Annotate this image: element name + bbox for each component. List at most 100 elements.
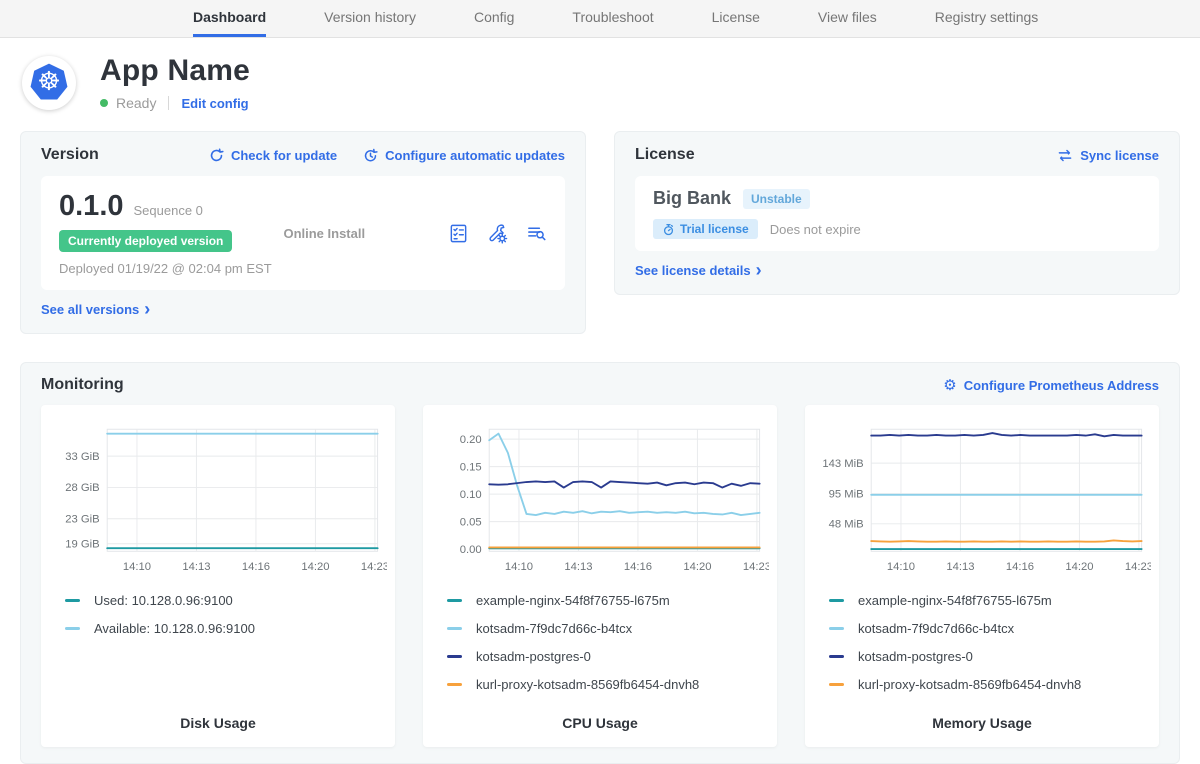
page-title: App Name bbox=[100, 54, 250, 88]
status-label: Ready bbox=[116, 95, 156, 111]
legend-dash-icon bbox=[829, 655, 844, 658]
legend-label: kotsadm-postgres-0 bbox=[858, 649, 973, 664]
svg-text:14:13: 14:13 bbox=[946, 561, 974, 573]
legend-dash-icon bbox=[65, 599, 80, 602]
monitoring-title: Monitoring bbox=[41, 376, 124, 394]
legend-item: kotsadm-7f9dc7d66c-b4tcx bbox=[447, 621, 753, 636]
svg-text:14:10: 14:10 bbox=[123, 561, 151, 573]
chevron-right-icon: › bbox=[144, 302, 150, 316]
memory-usage-chart: 48 MiB95 MiB143 MiB14:1014:1314:1614:201… bbox=[813, 417, 1151, 587]
svg-text:14:13: 14:13 bbox=[564, 561, 592, 573]
sequence-label: Sequence 0 bbox=[134, 203, 203, 218]
cpu-usage-title: CPU Usage bbox=[431, 715, 769, 733]
top-nav: Dashboard Version history Config Troublesho… bbox=[0, 0, 1200, 38]
legend-item: kurl-proxy-kotsadm-8569fb6454-dnvh8 bbox=[829, 677, 1135, 692]
svg-text:48 MiB: 48 MiB bbox=[829, 519, 864, 531]
svg-text:143 MiB: 143 MiB bbox=[822, 458, 863, 470]
nav-tabs: Dashboard Version history Config Troublesho… bbox=[193, 0, 1038, 37]
legend-item: example-nginx-54f8f76755-l675m bbox=[829, 593, 1135, 608]
preflight-checks-icon[interactable] bbox=[448, 223, 469, 244]
legend-dash-icon bbox=[829, 599, 844, 602]
tab-troubleshoot[interactable]: Troubleshoot bbox=[572, 0, 653, 37]
license-card-title: License bbox=[635, 146, 695, 164]
edit-config-link[interactable]: Edit config bbox=[181, 96, 248, 111]
legend-label: kotsadm-7f9dc7d66c-b4tcx bbox=[858, 621, 1014, 636]
version-card: Version Check for update Configure autom… bbox=[20, 131, 586, 334]
svg-text:0.10: 0.10 bbox=[460, 489, 482, 501]
memory-usage-title: Memory Usage bbox=[813, 715, 1151, 733]
legend-dash-icon bbox=[447, 655, 462, 658]
svg-text:14:23: 14:23 bbox=[743, 561, 769, 573]
svg-text:14:20: 14:20 bbox=[1065, 561, 1093, 573]
configure-prometheus-link[interactable]: ⚙ Configure Prometheus Address bbox=[943, 378, 1159, 393]
license-box: Big Bank Unstable Trial license Does not… bbox=[635, 176, 1159, 251]
current-version-box: 0.1.0 Sequence 0 Currently deployed vers… bbox=[41, 176, 565, 290]
legend-dash-icon bbox=[447, 627, 462, 630]
svg-text:0.05: 0.05 bbox=[460, 516, 482, 528]
memory-usage-card: 48 MiB95 MiB143 MiB14:1014:1314:1614:201… bbox=[805, 405, 1159, 747]
cpu-usage-card: 0.000.050.100.150.2014:1014:1314:1614:20… bbox=[423, 405, 777, 747]
legend-item: kotsadm-postgres-0 bbox=[829, 649, 1135, 664]
channel-badge: Unstable bbox=[743, 189, 810, 209]
svg-text:33 GiB: 33 GiB bbox=[65, 451, 99, 463]
configure-automatic-updates-link[interactable]: Configure automatic updates bbox=[363, 148, 565, 163]
cards-row: Version Check for update Configure autom… bbox=[0, 131, 1200, 334]
legend-item: kotsadm-7f9dc7d66c-b4tcx bbox=[829, 621, 1135, 636]
svg-text:14:16: 14:16 bbox=[242, 561, 270, 573]
legend-label: kotsadm-postgres-0 bbox=[476, 649, 591, 664]
legend-item: kotsadm-postgres-0 bbox=[447, 649, 753, 664]
legend-label: example-nginx-54f8f76755-l675m bbox=[858, 593, 1052, 608]
svg-text:0.20: 0.20 bbox=[460, 434, 482, 446]
svg-text:28 GiB: 28 GiB bbox=[65, 482, 99, 494]
divider bbox=[168, 96, 169, 110]
svg-text:14:10: 14:10 bbox=[887, 561, 915, 573]
svg-text:14:13: 14:13 bbox=[182, 561, 210, 573]
disk-usage-title: Disk Usage bbox=[49, 715, 387, 733]
svg-text:0.00: 0.00 bbox=[460, 544, 482, 556]
deployed-version-badge: Currently deployed version bbox=[59, 230, 232, 252]
svg-text:95 MiB: 95 MiB bbox=[829, 489, 864, 501]
tab-license[interactable]: License bbox=[712, 0, 760, 37]
cpu-usage-legend: example-nginx-54f8f76755-l675m kotsadm-7f… bbox=[431, 587, 769, 692]
legend-item: example-nginx-54f8f76755-l675m bbox=[447, 593, 753, 608]
svg-text:14:16: 14:16 bbox=[1006, 561, 1034, 573]
check-for-update-link[interactable]: Check for update bbox=[209, 148, 337, 163]
install-type-label: Online Install bbox=[283, 226, 448, 241]
see-all-versions-link[interactable]: See all versions › bbox=[41, 302, 150, 317]
status-dot-icon bbox=[100, 99, 108, 107]
customer-name: Big Bank bbox=[653, 188, 731, 209]
clock-refresh-icon bbox=[363, 148, 378, 163]
legend-dash-icon bbox=[829, 627, 844, 630]
legend-label: example-nginx-54f8f76755-l675m bbox=[476, 593, 670, 608]
config-wrench-icon[interactable] bbox=[487, 223, 508, 244]
refresh-icon bbox=[209, 148, 224, 163]
disk-usage-chart: 19 GiB23 GiB28 GiB33 GiB14:1014:1314:161… bbox=[49, 417, 387, 587]
stopwatch-icon bbox=[662, 223, 675, 236]
svg-text:14:23: 14:23 bbox=[361, 561, 387, 573]
legend-label: Available: 10.128.0.96:9100 bbox=[94, 621, 255, 636]
legend-label: kurl-proxy-kotsadm-8569fb6454-dnvh8 bbox=[476, 677, 699, 692]
tab-version-history[interactable]: Version history bbox=[324, 0, 416, 37]
chevron-right-icon: › bbox=[756, 263, 762, 277]
see-license-details-link[interactable]: See license details › bbox=[635, 263, 762, 278]
svg-text:0.15: 0.15 bbox=[460, 461, 482, 473]
legend-item: kurl-proxy-kotsadm-8569fb6454-dnvh8 bbox=[447, 677, 753, 692]
trial-license-badge: Trial license bbox=[653, 219, 758, 239]
sync-arrows-icon bbox=[1057, 149, 1073, 162]
legend-dash-icon bbox=[447, 683, 462, 686]
deploy-logs-icon[interactable] bbox=[526, 223, 547, 244]
deployed-timestamp: Deployed 01/19/22 @ 02:04 pm EST bbox=[59, 261, 283, 276]
app-logo: ☸ bbox=[22, 56, 76, 110]
version-number: 0.1.0 bbox=[59, 190, 124, 223]
monitoring-section: Monitoring ⚙ Configure Prometheus Addres… bbox=[20, 362, 1180, 764]
svg-text:14:16: 14:16 bbox=[624, 561, 652, 573]
tab-config[interactable]: Config bbox=[474, 0, 514, 37]
sync-license-link[interactable]: Sync license bbox=[1057, 148, 1159, 163]
helm-wheel-glyph: ☸ bbox=[37, 69, 60, 95]
tab-dashboard[interactable]: Dashboard bbox=[193, 0, 266, 37]
svg-text:14:20: 14:20 bbox=[301, 561, 329, 573]
tab-registry-settings[interactable]: Registry settings bbox=[935, 0, 1038, 37]
tab-view-files[interactable]: View files bbox=[818, 0, 877, 37]
legend-label: kurl-proxy-kotsadm-8569fb6454-dnvh8 bbox=[858, 677, 1081, 692]
license-card: License Sync license Big Bank Unstable T… bbox=[614, 131, 1180, 295]
